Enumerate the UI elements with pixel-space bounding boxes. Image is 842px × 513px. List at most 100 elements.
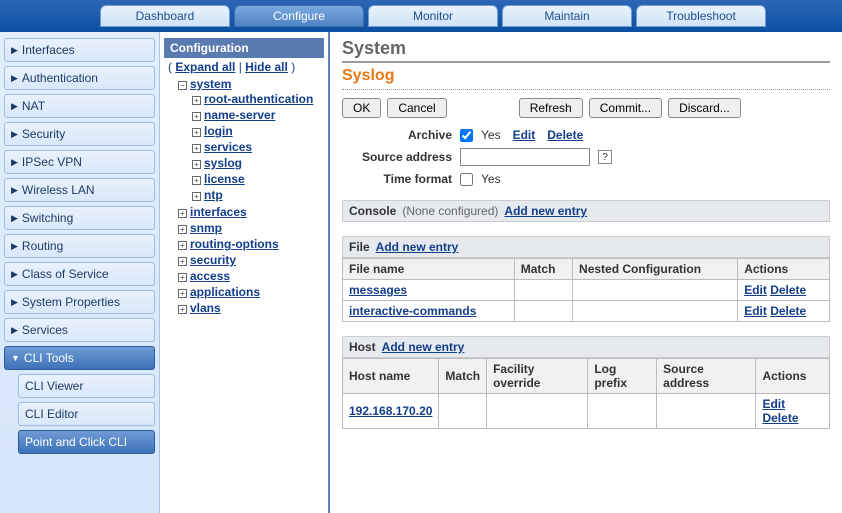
refresh-button[interactable]: Refresh [519, 98, 583, 118]
expand-icon[interactable]: + [178, 289, 187, 298]
host-edit-link[interactable]: Edit [762, 397, 785, 411]
acc-security[interactable]: ▶Security [4, 122, 155, 146]
host-delete-link[interactable]: Delete [762, 411, 798, 425]
expand-icon[interactable]: + [178, 209, 187, 218]
tree-node-syslog[interactable]: syslog [204, 156, 242, 170]
tree-node-interfaces[interactable]: interfaces [190, 205, 247, 219]
acc-authentication[interactable]: ▶Authentication [4, 66, 155, 90]
host-prefix-cell [588, 394, 657, 429]
table-row: 192.168.170.20 Edit Delete [343, 394, 830, 429]
host-title: Host [349, 340, 376, 354]
host-facility-cell [487, 394, 588, 429]
file-edit-link[interactable]: Edit [744, 304, 767, 318]
tab-monitor[interactable]: Monitor [368, 5, 498, 27]
tree-node-license[interactable]: license [204, 172, 245, 186]
discard-button[interactable]: Discard... [668, 98, 741, 118]
sub-cli-editor[interactable]: CLI Editor [18, 402, 155, 426]
tree-node-access[interactable]: access [190, 269, 230, 283]
collapse-icon[interactable]: − [178, 81, 187, 90]
expand-icon[interactable]: + [178, 305, 187, 314]
file-nested-cell [573, 280, 738, 301]
acc-label: Class of Service [22, 267, 109, 281]
expand-icon[interactable]: + [192, 128, 201, 137]
chevron-right-icon: ▶ [11, 297, 18, 308]
file-delete-link[interactable]: Delete [770, 304, 806, 318]
expand-icon[interactable]: + [178, 273, 187, 282]
acc-switching[interactable]: ▶Switching [4, 206, 155, 230]
tree-node-services[interactable]: services [204, 140, 252, 154]
archive-checkbox[interactable] [460, 129, 473, 142]
tree-node-snmp[interactable]: snmp [190, 221, 222, 235]
file-nested-cell [573, 301, 738, 322]
page-title: System [342, 38, 830, 59]
expand-all-link[interactable]: Expand all [175, 60, 235, 74]
expand-icon[interactable]: + [178, 241, 187, 250]
archive-yes: Yes [481, 128, 501, 142]
expand-icon[interactable]: + [192, 112, 201, 121]
acc-label: NAT [22, 99, 45, 113]
console-add-link[interactable]: Add new entry [504, 204, 587, 218]
acc-sysprops[interactable]: ▶ System Properties [4, 290, 155, 314]
chevron-down-icon: ▼ [11, 353, 20, 363]
acc-interfaces[interactable]: ▶Interfaces [4, 38, 155, 62]
expand-icon[interactable]: + [192, 96, 201, 105]
expand-icon[interactable]: + [192, 144, 201, 153]
expand-icon[interactable]: + [178, 257, 187, 266]
tree-node-root-auth[interactable]: root-authentication [204, 92, 313, 106]
host-name-link[interactable]: 192.168.170.20 [349, 404, 432, 418]
chevron-right-icon: ▶ [11, 45, 18, 56]
tab-configure[interactable]: Configure [234, 5, 364, 27]
acc-label: System Properties [22, 295, 120, 309]
file-add-link[interactable]: Add new entry [376, 240, 459, 254]
tree-node-routing-options[interactable]: routing-options [190, 237, 279, 251]
acc-label: Switching [22, 211, 73, 225]
sub-point-click-cli[interactable]: Point and Click CLI [18, 430, 155, 454]
acc-services[interactable]: ▶Services [4, 318, 155, 342]
tree-node-system[interactable]: system [190, 77, 231, 91]
acc-cos[interactable]: ▶Class of Service [4, 262, 155, 286]
acc-wireless[interactable]: ▶Wireless LAN [4, 178, 155, 202]
chevron-right-icon: ▶ [11, 241, 18, 252]
acc-routing[interactable]: ▶Routing [4, 234, 155, 258]
expand-icon[interactable]: + [192, 192, 201, 201]
expand-icon[interactable]: + [178, 225, 187, 234]
ok-button[interactable]: OK [342, 98, 381, 118]
page-subtitle: Syslog [342, 67, 830, 85]
tab-dashboard[interactable]: Dashboard [100, 5, 230, 27]
commit-button[interactable]: Commit... [589, 98, 662, 118]
file-name-link[interactable]: interactive-commands [349, 304, 476, 318]
top-tab-bar: Dashboard Configure Monitor Maintain Tro… [0, 0, 842, 32]
hide-all-link[interactable]: Hide all [245, 60, 288, 74]
sub-cli-viewer[interactable]: CLI Viewer [18, 374, 155, 398]
chevron-right-icon: ▶ [11, 157, 18, 168]
expand-icon[interactable]: + [192, 160, 201, 169]
tab-maintain[interactable]: Maintain [502, 5, 632, 27]
chevron-right-icon: ▶ [11, 129, 18, 140]
help-icon[interactable]: ? [598, 150, 612, 164]
host-add-link[interactable]: Add new entry [382, 340, 465, 354]
tree-node-ntp[interactable]: ntp [204, 188, 223, 202]
tab-troubleshoot[interactable]: Troubleshoot [636, 5, 766, 27]
archive-edit-link[interactable]: Edit [513, 128, 536, 142]
acc-cli-tools[interactable]: ▼CLI Tools [4, 346, 155, 370]
acc-ipsec[interactable]: ▶IPSec VPN [4, 150, 155, 174]
acc-nat[interactable]: ▶NAT [4, 94, 155, 118]
tree-node-applications[interactable]: applications [190, 285, 260, 299]
tree-node-security[interactable]: security [190, 253, 236, 267]
file-name-link[interactable]: messages [349, 283, 407, 297]
tree-node-login[interactable]: login [204, 124, 233, 138]
file-delete-link[interactable]: Delete [770, 283, 806, 297]
acc-label: Wireless LAN [22, 183, 95, 197]
tree-node-vlans[interactable]: vlans [190, 301, 221, 315]
console-section: Console (None configured) Add new entry [342, 200, 830, 222]
source-address-input[interactable] [460, 148, 590, 166]
expand-icon[interactable]: + [192, 176, 201, 185]
cancel-button[interactable]: Cancel [387, 98, 446, 118]
host-col-prefix: Log prefix [588, 359, 657, 394]
archive-label: Archive [342, 128, 452, 142]
time-format-checkbox[interactable] [460, 173, 473, 186]
archive-delete-link[interactable]: Delete [547, 128, 583, 142]
tree-node-nameserver[interactable]: name-server [204, 108, 275, 122]
file-edit-link[interactable]: Edit [744, 283, 767, 297]
console-status: (None configured) [402, 204, 498, 218]
